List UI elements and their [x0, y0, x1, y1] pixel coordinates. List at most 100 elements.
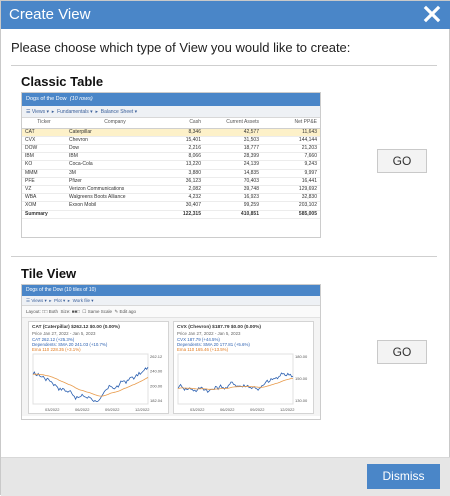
table-cell: 129,692: [262, 185, 320, 195]
table-cell: Caterpillar: [66, 128, 164, 137]
chart-frame: [177, 353, 294, 405]
table-cell: 4,232: [164, 193, 204, 203]
table-cell: 144,144: [262, 136, 320, 145]
table-cell: 15,401: [164, 136, 204, 145]
table-cell: 2,216: [164, 144, 204, 154]
column-header: Current Assets: [204, 118, 262, 129]
table-cell: 42,577: [204, 128, 262, 137]
table-cell: 3M: [66, 169, 164, 178]
table-cell: Coca-Cola: [66, 160, 164, 170]
table-cell: 16,441: [262, 177, 320, 186]
close-icon[interactable]: [423, 4, 441, 24]
tile-card[interactable]: CVX (Chevron) $187.79 $0.00 (0.00%) Price…: [173, 321, 314, 414]
table-cell: MMM: [22, 169, 66, 178]
views-icon: ☰: [26, 298, 31, 303]
table-row: DOW Dow 2,216 18,777 21,203: [22, 144, 320, 154]
table-row: KO Coca-Cola 13,220 24,139 9,243: [22, 160, 320, 170]
column-header: Ticker: [22, 118, 66, 129]
x-tick-label: 09/2022: [105, 407, 120, 412]
divider: [11, 65, 437, 66]
table-header-row: Ticker Company Cash Current Assets Net P…: [22, 118, 320, 129]
toolbar-work-file: Work file: [72, 298, 90, 303]
classic-preview-title: Dogs of the Dow: [26, 96, 67, 102]
y-tick-label: 262.12: [150, 354, 163, 359]
summary-cell: Summary: [22, 209, 66, 219]
tile-view-go-button[interactable]: GO: [377, 340, 427, 364]
table-row: PFE Pfizer 36,123 70,403 16,441: [22, 177, 320, 186]
table-cell: 203,102: [262, 201, 320, 211]
table-cell: 18,777: [204, 144, 262, 154]
tile-preview-header: Dogs of the Dow (10 tiles of 10): [22, 285, 320, 296]
table-cell: 99,259: [204, 201, 262, 211]
table-cell: KO: [22, 160, 66, 170]
classic-table-go-button[interactable]: GO: [377, 149, 427, 173]
toolbar-balance-sheet: Balance Sheet: [100, 109, 134, 115]
table-cell: Walgreens Boots Alliance: [66, 193, 164, 203]
table-cell: 7,660: [262, 152, 320, 162]
tile-preview-toolbar: ☰ Views ▾ ▸ Plot ▾ ▸ Work file ▾: [22, 296, 320, 306]
summary-cell: 585,005: [262, 209, 320, 219]
tile-preview-count: (10 tiles of 10): [64, 287, 97, 293]
dismiss-button[interactable]: Dismiss: [367, 464, 440, 489]
table-cell: 30,407: [164, 201, 204, 211]
table-cell: Pfizer: [66, 177, 164, 186]
classic-preview-table: Ticker Company Cash Current Assets Net P…: [22, 118, 320, 219]
table-cell: CVX: [22, 136, 66, 145]
tile-preview-title: Dogs of the Dow: [26, 287, 63, 293]
table-cell: 39,748: [204, 185, 262, 195]
table-cell: 13,220: [164, 160, 204, 170]
y-tick-label: 182.04: [150, 398, 163, 403]
y-tick-label: 200.00: [150, 383, 163, 388]
tile-card[interactable]: CAT (Caterpillar) $262.12 $0.00 (0.00%) P…: [28, 321, 169, 414]
toolbar-views: Views: [31, 109, 46, 115]
classic-preview-count: (10 rows): [69, 96, 93, 102]
table-row: WBA Walgreens Boots Alliance 4,232 16,923 32…: [22, 193, 320, 203]
price-series-line: [32, 366, 149, 403]
classic-table-preview[interactable]: Dogs of the Dow (10 rows) ☰ Views ▾ ▸ Fu…: [21, 92, 321, 238]
edit-label: Edit ago: [119, 309, 137, 314]
price-series-line: [177, 372, 294, 393]
table-cell: CAT: [22, 128, 66, 137]
tile-grid: CAT (Caterpillar) $262.12 $0.00 (0.00%) P…: [22, 318, 320, 416]
column-header: Cash: [164, 118, 204, 129]
table-row: CAT Caterpillar 8,346 42,577 11,643: [22, 128, 320, 137]
table-cell: Dow: [66, 144, 164, 154]
views-icon: ☰: [26, 109, 31, 115]
table-cell: 2,082: [164, 185, 204, 195]
table-cell: Chevron: [66, 136, 164, 145]
column-header: Company: [66, 118, 164, 129]
tile-mini-chart: 262.12 240.00 200.00 182.04 03/2022 06/2022 09…: [32, 353, 163, 412]
table-cell: Exxon Mobil: [66, 201, 164, 211]
y-tick-label: 130.00: [295, 398, 308, 403]
table-cell: 9,243: [262, 160, 320, 170]
table-cell: 8,066: [164, 152, 204, 162]
tile-mini-chart: 180.00 150.00 130.00 03/2022 06/2022 09/2022 1…: [177, 353, 308, 412]
table-cell: PFE: [22, 177, 66, 186]
tile-view-title: Tile View: [21, 266, 77, 281]
x-tick-label: 03/2022: [45, 407, 60, 412]
table-cell: 3,880: [164, 169, 204, 178]
table-cell: VZ: [22, 185, 66, 195]
y-tick-label: 150.00: [295, 376, 308, 381]
table-cell: 32,830: [262, 193, 320, 203]
toolbar-plot: Plot: [54, 298, 62, 303]
same-scale-checkbox: Same Scale: [87, 309, 112, 314]
moving-average-line: [177, 378, 294, 390]
dialog-prompt: Please choose which type of View you wou…: [11, 40, 351, 55]
create-view-dialog: Create View Please choose which type of …: [0, 0, 450, 496]
x-tick-label: 12/2022: [135, 407, 150, 412]
table-cell: WBA: [22, 193, 66, 203]
table-cell: 31,503: [204, 136, 262, 145]
table-row: XOM Exxon Mobil 30,407 99,259 203,102: [22, 201, 320, 211]
classic-table-title: Classic Table: [21, 74, 104, 89]
tile-view-preview[interactable]: Dogs of the Dow (10 tiles of 10) ☰ Views…: [21, 284, 321, 420]
table-row: IBM IBM 8,066 28,399 7,660: [22, 152, 320, 162]
table-cell: 11,643: [262, 128, 320, 137]
table-row: MMM 3M 3,880 14,835 9,997: [22, 169, 320, 178]
divider: [11, 256, 437, 257]
dialog-footer: Dismiss: [1, 457, 450, 496]
tile-text: CAT (Caterpillar) $262.12 $0.00 (0.00%): [32, 325, 120, 330]
x-tick-label: 06/2022: [220, 407, 235, 412]
table-cell: 16,923: [204, 193, 262, 203]
toolbar-fundamentals: Fundamentals: [57, 109, 89, 115]
